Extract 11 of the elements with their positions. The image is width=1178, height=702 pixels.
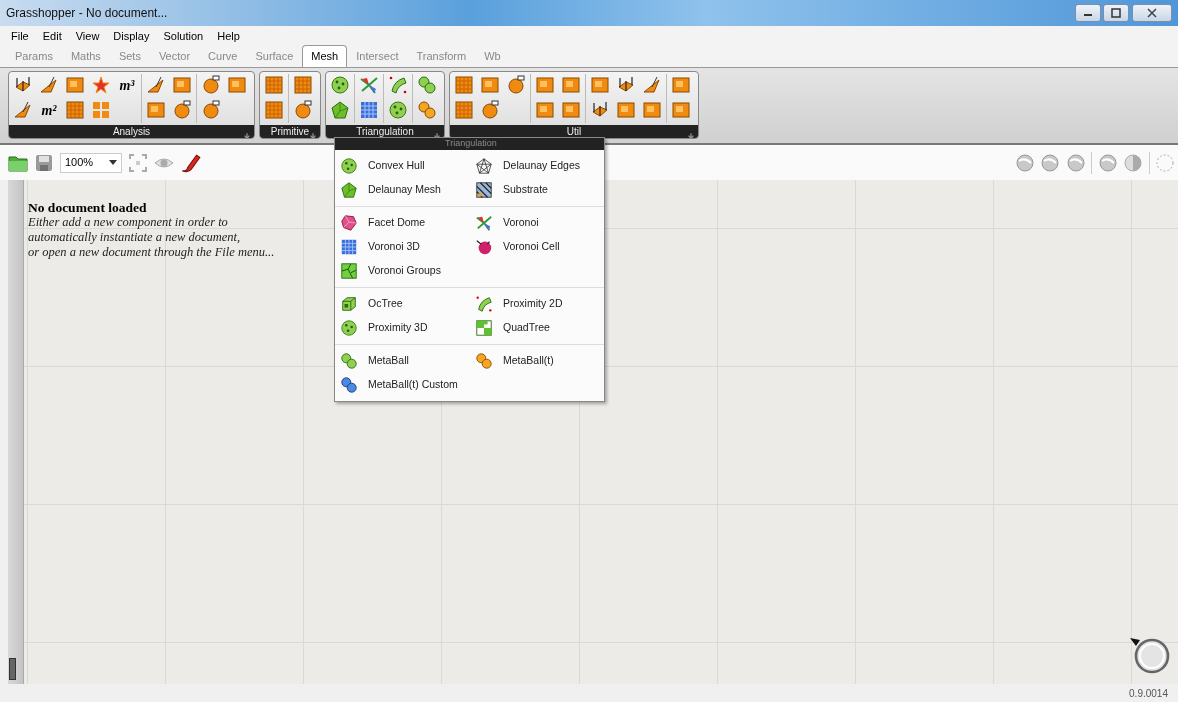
message-text: Either add a new component in order to [28,215,229,230]
window-title: Grasshopper - No document... [6,5,168,22]
panel-label: Triangulation [356,125,414,138]
message-title: No document loaded [28,200,148,215]
message-text: automatically instantiate a new document, [28,230,242,245]
panel-label: Util [566,125,582,138]
mirrored-header: Triangulation [445,137,497,151]
message-text: or open a new document through the File menu... [28,245,276,260]
panel-label: Primitive [270,125,310,138]
version-text: 0.9.0014 [1129,686,1168,701]
panel-label: Analysis [112,125,151,138]
